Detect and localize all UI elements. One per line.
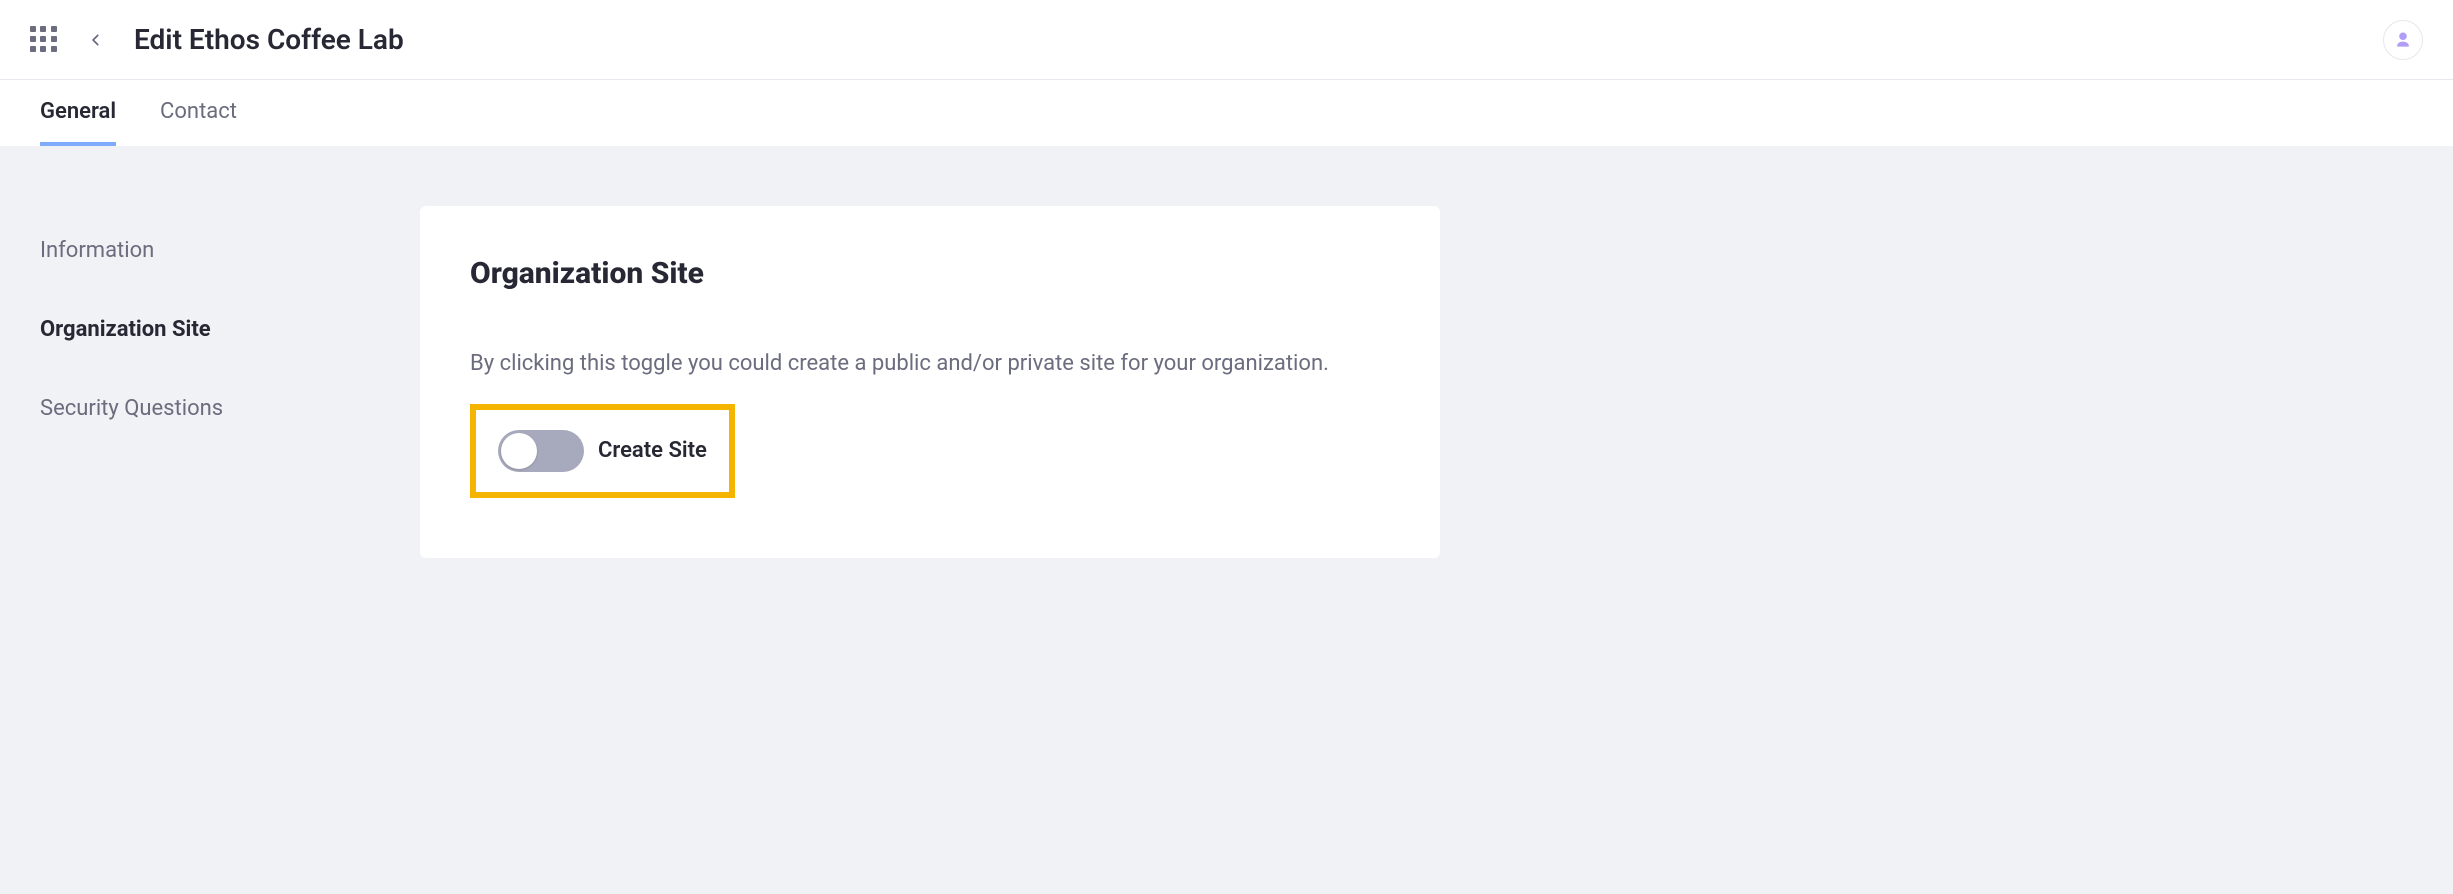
toggle-knob: [501, 433, 537, 469]
sidenav-item-information[interactable]: Information: [40, 226, 380, 275]
app-launcher-icon[interactable]: [30, 26, 58, 54]
back-button[interactable]: [80, 24, 112, 56]
chevron-left-icon: [89, 29, 103, 51]
panel-description: By clicking this toggle you could create…: [470, 349, 1390, 380]
tabs-bar: General Contact: [0, 80, 2453, 146]
tab-contact[interactable]: Contact: [160, 81, 237, 146]
user-icon: [2393, 30, 2413, 50]
create-site-toggle-highlight: Create Site: [470, 404, 735, 498]
side-nav: Information Organization Site Security Q…: [40, 206, 380, 463]
header-left-group: Edit Ethos Coffee Lab: [30, 23, 404, 56]
body-area: Information Organization Site Security Q…: [0, 146, 2453, 894]
sidenav-item-security-questions[interactable]: Security Questions: [40, 384, 380, 433]
header-bar: Edit Ethos Coffee Lab: [0, 0, 2453, 80]
organization-site-panel: Organization Site By clicking this toggl…: [420, 206, 1440, 558]
panel-title: Organization Site: [470, 256, 1390, 291]
create-site-toggle[interactable]: [498, 430, 584, 472]
sidenav-item-organization-site[interactable]: Organization Site: [40, 305, 380, 354]
create-site-toggle-label: Create Site: [598, 438, 707, 463]
user-avatar[interactable]: [2383, 20, 2423, 60]
tab-general[interactable]: General: [40, 81, 116, 146]
page-title: Edit Ethos Coffee Lab: [134, 23, 404, 56]
